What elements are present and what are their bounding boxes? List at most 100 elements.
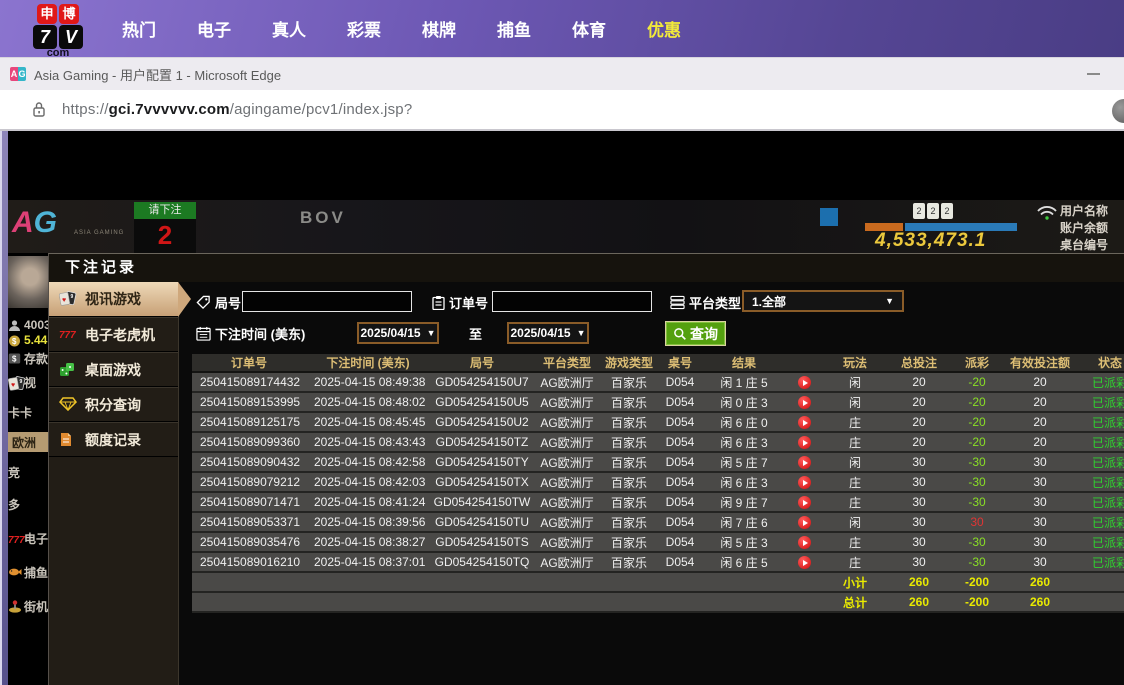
table-row: 2504150890792122025-04-15 08:42:03GD0542… <box>192 472 1124 492</box>
cell-status: 已派彩 <box>1076 512 1124 532</box>
chevron-down-icon: ▼ <box>885 297 894 306</box>
table-row: 2504150890714712025-04-15 08:41:24GD0542… <box>192 492 1124 512</box>
play-video-button[interactable] <box>798 416 811 429</box>
nav-item-真人[interactable]: 真人 <box>272 16 306 41</box>
cell-valid_bet: 20 <box>1004 372 1076 392</box>
play-video-button[interactable] <box>798 556 811 569</box>
nav-item-优惠[interactable]: 优惠 <box>647 16 681 41</box>
date-to-select[interactable]: 2025/04/15▼ <box>507 322 589 344</box>
table-row: 2504150891251752025-04-15 08:45:45GD0542… <box>192 412 1124 432</box>
play-video-button[interactable] <box>798 456 811 469</box>
cell-platform: AG欧洲厅 <box>534 472 600 492</box>
bg-menu-item-电子[interactable]: 777电子 <box>8 530 48 547</box>
bg-menu-item-卡卡[interactable]: 卡卡 <box>8 404 48 421</box>
user-icon <box>8 319 21 332</box>
sidebar-item-积分查询[interactable]: 积分查询 <box>49 387 178 422</box>
bg-menu-item-视[interactable]: 9♥视 <box>8 374 48 391</box>
sidebar-item-电子老虎机[interactable]: 777电子老虎机 <box>49 317 178 352</box>
col-header: 局号 <box>430 354 534 372</box>
col-header: 状态 <box>1076 354 1124 372</box>
cell-total_bet: 20 <box>888 432 950 452</box>
platform-type-label: 平台类型 <box>670 291 741 313</box>
info-label: 桌台编号 <box>1060 237 1108 253</box>
bg-menu-item-存款[interactable]: $存款 <box>8 350 48 367</box>
cell-platform: AG欧洲厅 <box>534 532 600 552</box>
arcade-icon <box>8 600 21 613</box>
total-row: 总计260-200260 <box>192 592 1124 612</box>
platform-select[interactable]: 1.全部 ▼ <box>742 290 904 312</box>
cell-time: 2025-04-15 08:42:03 <box>306 472 430 492</box>
table-row: 2504150890354762025-04-15 08:38:27GD0542… <box>192 532 1124 552</box>
search-button[interactable]: 查询 <box>665 321 726 346</box>
profile-icon[interactable] <box>1112 99 1124 123</box>
cell-table_no: D054 <box>658 532 702 552</box>
cell-result: 闲 7 庄 6 <box>702 512 786 532</box>
sidebar-item-视讯游戏[interactable]: 9♥视讯游戏 <box>49 282 178 317</box>
cell-valid_bet: 30 <box>1004 512 1076 532</box>
bet-banner: 请下注 <box>134 202 196 219</box>
cell-round: GD054254150TY <box>430 452 534 472</box>
order-number-label: 订单号 <box>432 291 488 313</box>
calendar-icon <box>196 326 211 341</box>
cell-round: GD054254150TZ <box>430 432 534 452</box>
sidebar-item-桌面游戏[interactable]: 桌面游戏 <box>49 352 178 387</box>
bg-menu-item-4003[interactable]: 4003 <box>8 318 48 332</box>
col-header: 游戏类型 <box>600 354 658 372</box>
nav-item-热门[interactable]: 热门 <box>122 16 156 41</box>
top-nav-menu: 热门 电子 真人 彩票 棋牌 捕鱼 体育 优惠 <box>122 0 681 57</box>
play-video-button[interactable] <box>798 536 811 549</box>
bg-menu-item-5.44[interactable]: $5.44 <box>8 333 48 347</box>
date-from-select[interactable]: 2025/04/15▼ <box>357 322 439 344</box>
bg-menu-item-捕鱼[interactable]: 捕鱼 <box>8 564 48 581</box>
cell-order: 250415089125175 <box>192 412 306 432</box>
wifi-icon <box>1036 205 1058 221</box>
minimize-button[interactable] <box>1072 58 1114 90</box>
cell-platform: AG欧洲厅 <box>534 432 600 452</box>
play-video-button[interactable] <box>798 516 811 529</box>
fish-icon <box>8 566 21 579</box>
sum-label: 小计 <box>822 572 888 592</box>
cell-platform: AG欧洲厅 <box>534 372 600 392</box>
cell-table_no: D054 <box>658 432 702 452</box>
cell-valid_bet: 30 <box>1004 492 1076 512</box>
site-logo[interactable]: 申 博 7 V com <box>30 4 86 57</box>
cell-table_no: D054 <box>658 452 702 472</box>
cell-valid_bet: 20 <box>1004 412 1076 432</box>
round-number-input[interactable] <box>242 291 412 312</box>
clipboard-icon <box>432 295 445 310</box>
cell-play: 庄 <box>822 532 888 552</box>
browser-url-bar[interactable]: https://gci.7vvvvvv.com/agingame/pcv1/in… <box>0 90 1124 131</box>
cell-round: GD054254150TQ <box>430 552 534 572</box>
cell-game: 百家乐 <box>600 552 658 572</box>
nav-item-彩票[interactable]: 彩票 <box>347 16 381 41</box>
nav-item-捕鱼[interactable]: 捕鱼 <box>497 16 531 41</box>
sidebar-item-额度记录[interactable]: 额度记录 <box>49 422 178 457</box>
info-label: 用户名称 <box>1060 203 1108 220</box>
table-info-labels: 用户名称账户余额桌台编号 <box>1060 203 1108 253</box>
cell-total_bet: 20 <box>888 372 950 392</box>
cell-video <box>786 512 822 532</box>
casino-video-strip: AG ASIA GAMING 请下注 2 BOV 222 4,533,473.1… <box>8 200 1124 253</box>
nav-item-体育[interactable]: 体育 <box>572 16 606 41</box>
nav-item-电子[interactable]: 电子 <box>197 16 231 41</box>
cell-round: GD054254150TX <box>430 472 534 492</box>
chevron-down-icon: ▼ <box>577 329 586 338</box>
svg-text:$: $ <box>12 337 17 346</box>
play-video-button[interactable] <box>798 476 811 489</box>
cell-round: GD054254150U2 <box>430 412 534 432</box>
play-video-button[interactable] <box>798 436 811 449</box>
play-video-button[interactable] <box>798 376 811 389</box>
bg-menu-item-街机[interactable]: 街机 <box>8 598 48 615</box>
bg-menu-item-欧洲[interactable]: 欧洲 <box>8 432 48 452</box>
bg-menu-item-竞[interactable]: 竞 <box>8 464 48 481</box>
cell-payout: -30 <box>950 552 1004 572</box>
url-text[interactable]: https://gci.7vvvvvv.com/agingame/pcv1/in… <box>62 101 412 118</box>
play-video-button[interactable] <box>798 496 811 509</box>
order-number-input[interactable] <box>492 291 652 312</box>
browser-title-bar[interactable]: AG Asia Gaming - 用户配置 1 - Microsoft Edge <box>0 57 1124 90</box>
cell-time: 2025-04-15 08:43:43 <box>306 432 430 452</box>
nav-item-棋牌[interactable]: 棋牌 <box>422 16 456 41</box>
bg-menu-item-多[interactable]: 多 <box>8 496 48 513</box>
card: 2 <box>927 203 939 219</box>
play-video-button[interactable] <box>798 396 811 409</box>
